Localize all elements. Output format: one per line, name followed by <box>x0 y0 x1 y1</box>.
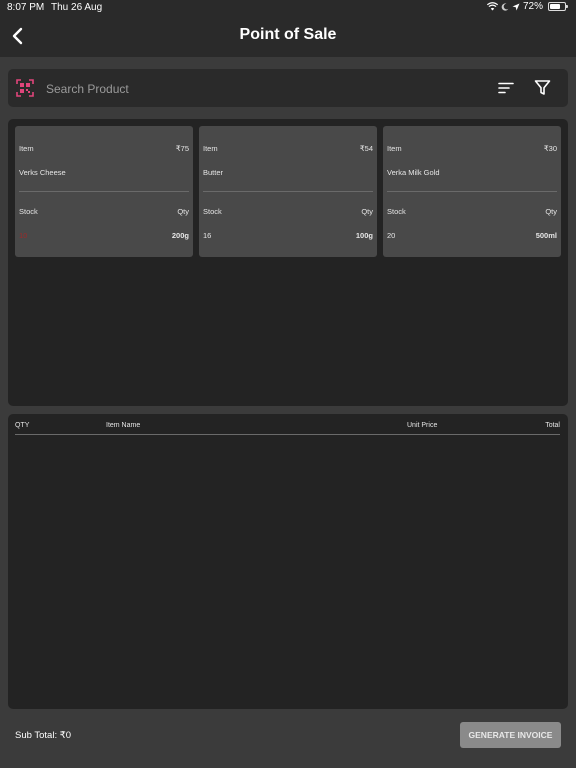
location-arrow-icon <box>512 3 520 10</box>
product-name: Butter <box>203 168 224 177</box>
product-name: Verks Cheese <box>19 168 66 177</box>
stock-value: 10 <box>19 231 28 240</box>
stock-label: Stock <box>19 207 38 216</box>
item-label: Item <box>387 144 402 153</box>
battery-percent: 72% <box>522 1 543 12</box>
battery-icon <box>548 2 568 11</box>
search-input[interactable] <box>44 77 468 101</box>
qty-label: Qty <box>545 207 557 216</box>
top-bar: 8:07 PM Thu 26 Aug 72% Point of Sale <box>0 0 576 57</box>
product-price: ₹75 <box>175 144 189 153</box>
wifi-icon <box>486 2 498 11</box>
qr-scan-icon[interactable] <box>16 79 34 97</box>
product-price: ₹30 <box>543 144 557 153</box>
stock-value: 20 <box>387 231 396 240</box>
qty-value: 500ml <box>535 231 557 240</box>
status-time: 8:07 PM <box>7 2 45 13</box>
subtotal: Sub Total: ₹0 <box>15 730 72 741</box>
status-indicators: 72% <box>486 1 568 12</box>
column-item-name: Item Name <box>106 422 141 429</box>
item-label: Item <box>203 144 218 153</box>
column-unit-price: Unit Price <box>407 422 438 429</box>
pos-screen: 8:07 PM Thu 26 Aug 72% Point of Sale Sea… <box>0 0 576 768</box>
column-qty: QTY <box>15 422 30 429</box>
qty-value: 200g <box>171 231 189 240</box>
filter-icon[interactable] <box>534 79 551 96</box>
search-bar <box>8 69 568 107</box>
product-grid: Item ₹75 Verks Cheese Stock Qty 10 200g … <box>8 119 568 406</box>
qty-label: Qty <box>177 207 189 216</box>
cart-table-header: QTY Item Name Unit Price Total <box>15 420 560 435</box>
card-divider <box>387 191 557 192</box>
card-divider <box>19 191 189 192</box>
cart-table: QTY Item Name Unit Price Total <box>8 414 568 709</box>
item-label: Item <box>19 144 34 153</box>
product-card[interactable]: Item ₹30 Verka Milk Gold Stock Qty 20 50… <box>383 126 561 257</box>
product-card[interactable]: Item ₹54 Butter Stock Qty 16 100g <box>199 126 377 257</box>
stock-label: Stock <box>203 207 222 216</box>
qty-label: Qty <box>361 207 373 216</box>
qty-value: 100g <box>355 231 373 240</box>
generate-invoice-button[interactable]: GENERATE INVOICE <box>460 722 561 748</box>
page-title: Point of Sale <box>239 26 337 43</box>
product-card[interactable]: Item ₹75 Verks Cheese Stock Qty 10 200g <box>15 126 193 257</box>
sort-icon[interactable] <box>498 80 514 96</box>
stock-value: 16 <box>203 231 212 240</box>
stock-label: Stock <box>387 207 406 216</box>
card-divider <box>203 191 373 192</box>
moon-icon <box>501 2 509 11</box>
product-price: ₹54 <box>359 144 373 153</box>
status-date: Thu 26 Aug <box>51 2 103 13</box>
column-total: Total <box>545 422 560 429</box>
product-name: Verka Milk Gold <box>387 168 440 177</box>
